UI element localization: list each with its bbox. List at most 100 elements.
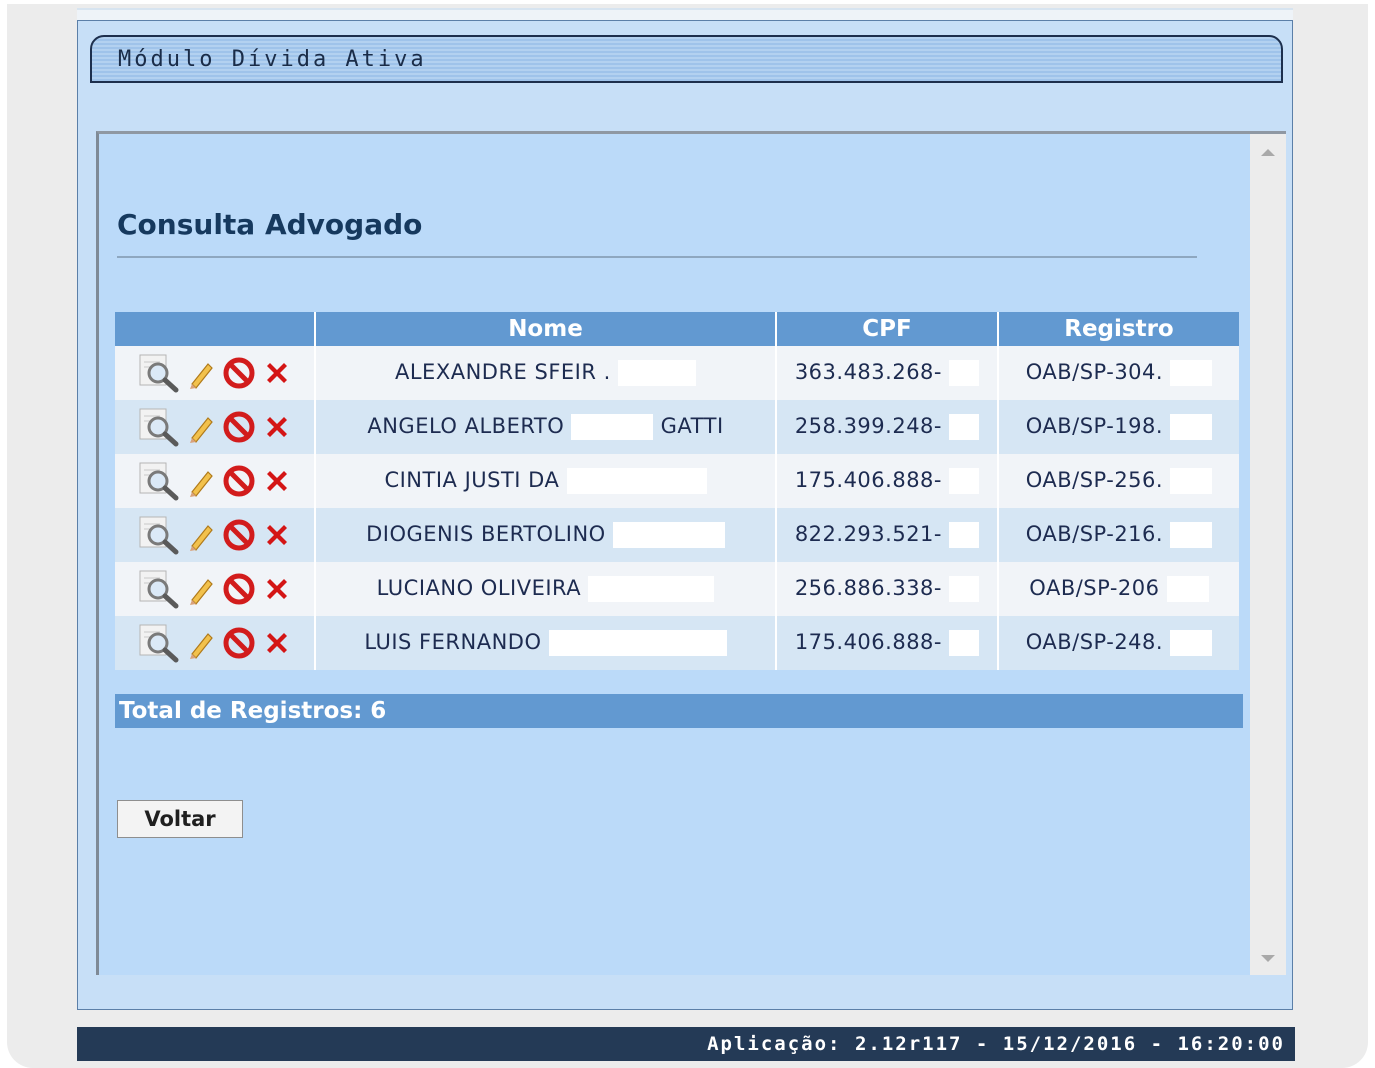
edit-pencil-icon[interactable]	[186, 572, 216, 611]
back-button[interactable]: Voltar	[117, 800, 243, 838]
registro-cell: OAB/SP-248.	[998, 616, 1239, 670]
block-icon[interactable]	[222, 410, 256, 449]
block-icon[interactable]	[222, 626, 256, 665]
results-table: Nome CPF Registro ALEXANDRE SFEIR . 363.…	[115, 312, 1239, 670]
view-icon[interactable]	[138, 569, 180, 614]
view-icon[interactable]	[138, 461, 180, 506]
redacted-block	[548, 630, 727, 656]
edit-pencil-icon[interactable]	[186, 356, 216, 395]
view-icon[interactable]	[138, 515, 180, 560]
cpf-text: 822.293.521-	[794, 522, 942, 546]
table-row: DIOGENIS BERTOLINO 822.293.521- OAB/SP-2…	[115, 508, 1239, 562]
nome-cell: LUCIANO OLIVEIRA	[315, 562, 777, 616]
registro-cell: OAB/SP-206	[998, 562, 1239, 616]
column-header-registro[interactable]: Registro	[998, 312, 1239, 346]
app-window: Módulo Dívida Ativa Consulta Advogado No…	[77, 20, 1293, 1010]
nome-text: LUCIANO OLIVEIRA	[376, 576, 582, 600]
title-divider	[117, 256, 1197, 258]
view-icon[interactable]	[138, 353, 180, 398]
registro-text: OAB/SP-248.	[1025, 630, 1164, 654]
table-row: ANGELO ALBERTO GATTI 258.399.248- OAB/SP…	[115, 400, 1239, 454]
cpf-cell: 175.406.888-	[776, 454, 999, 508]
nome-text: ANGELO ALBERTO	[367, 414, 565, 438]
registro-cell: OAB/SP-256.	[998, 454, 1239, 508]
block-icon[interactable]	[222, 518, 256, 557]
nome-cell: DIOGENIS BERTOLINO	[315, 508, 777, 562]
block-icon[interactable]	[222, 572, 256, 611]
cpf-text: 256.886.338-	[794, 576, 942, 600]
status-text: Aplicação: 2.12r117 - 15/12/2016 - 16:20…	[707, 1033, 1285, 1055]
column-header-cpf[interactable]: CPF	[776, 312, 999, 346]
delete-x-icon[interactable]	[262, 520, 292, 555]
block-icon[interactable]	[222, 356, 256, 395]
redacted-block	[949, 414, 980, 440]
view-icon[interactable]	[138, 623, 180, 668]
row-actions	[115, 400, 316, 454]
row-actions	[115, 562, 316, 616]
module-title: Módulo Dívida Ativa	[118, 47, 427, 72]
cpf-cell: 258.399.248-	[776, 400, 999, 454]
page-title: Consulta Advogado	[117, 208, 423, 241]
redacted-block	[1170, 360, 1213, 386]
scroll-up-arrow-icon[interactable]	[1261, 149, 1275, 156]
nome-cell: CINTIA JUSTI DA	[315, 454, 777, 508]
top-strip	[77, 8, 1293, 20]
delete-x-icon[interactable]	[262, 412, 292, 447]
edit-pencil-icon[interactable]	[186, 626, 216, 665]
redacted-block	[1170, 522, 1213, 548]
registro-text: OAB/SP-216.	[1025, 522, 1164, 546]
row-actions	[115, 346, 316, 400]
module-header: Módulo Dívida Ativa	[90, 35, 1283, 83]
nome-cell: LUIS FERNANDO	[315, 616, 777, 670]
row-actions	[115, 454, 316, 508]
nome-cell: ALEXANDRE SFEIR .	[315, 346, 777, 400]
redacted-block	[588, 576, 715, 602]
cpf-text: 258.399.248-	[794, 414, 942, 438]
redacted-block	[949, 360, 980, 386]
cpf-text: 175.406.888-	[794, 468, 942, 492]
block-icon[interactable]	[222, 464, 256, 503]
cpf-cell: 363.483.268-	[776, 346, 999, 400]
redacted-block	[612, 522, 725, 548]
total-records: Total de Registros: 6	[115, 694, 1243, 728]
delete-x-icon[interactable]	[262, 358, 292, 393]
redacted-block	[949, 468, 980, 494]
table-row: LUCIANO OLIVEIRA 256.886.338- OAB/SP-206	[115, 562, 1239, 616]
registro-text: OAB/SP-304.	[1025, 360, 1164, 384]
delete-x-icon[interactable]	[262, 628, 292, 663]
redacted-block	[566, 468, 707, 494]
table-header-row: Nome CPF Registro	[115, 312, 1239, 346]
cpf-text: 363.483.268-	[794, 360, 942, 384]
view-icon[interactable]	[138, 407, 180, 452]
scroll-down-arrow-icon[interactable]	[1261, 955, 1275, 962]
cpf-cell: 175.406.888-	[776, 616, 999, 670]
table-row: LUIS FERNANDO 175.406.888- OAB/SP-248.	[115, 616, 1239, 670]
nome-suffix-text: GATTI	[660, 414, 724, 438]
delete-x-icon[interactable]	[262, 574, 292, 609]
cpf-text: 175.406.888-	[794, 630, 942, 654]
row-actions	[115, 616, 316, 670]
vertical-scrollbar[interactable]	[1250, 134, 1286, 975]
redacted-block	[949, 522, 980, 548]
registro-text: OAB/SP-206	[1029, 576, 1160, 600]
table-row: CINTIA JUSTI DA 175.406.888- OAB/SP-256.	[115, 454, 1239, 508]
edit-pencil-icon[interactable]	[186, 410, 216, 449]
column-header-actions	[115, 312, 316, 346]
nome-cell: ANGELO ALBERTO GATTI	[315, 400, 777, 454]
content-panel: Consulta Advogado Nome CPF Registro ALEX…	[96, 131, 1286, 975]
row-actions	[115, 508, 316, 562]
registro-cell: OAB/SP-304.	[998, 346, 1239, 400]
table-row: ALEXANDRE SFEIR . 363.483.268- OAB/SP-30…	[115, 346, 1239, 400]
cpf-cell: 822.293.521-	[776, 508, 999, 562]
nome-text: LUIS FERNANDO	[364, 630, 542, 654]
redacted-block	[1170, 468, 1213, 494]
registro-cell: OAB/SP-216.	[998, 508, 1239, 562]
nome-text: DIOGENIS BERTOLINO	[366, 522, 606, 546]
edit-pencil-icon[interactable]	[186, 464, 216, 503]
edit-pencil-icon[interactable]	[186, 518, 216, 557]
status-bar: Aplicação: 2.12r117 - 15/12/2016 - 16:20…	[77, 1027, 1295, 1061]
delete-x-icon[interactable]	[262, 466, 292, 501]
column-header-nome[interactable]: Nome	[315, 312, 777, 346]
registro-text: OAB/SP-198.	[1025, 414, 1164, 438]
cpf-cell: 256.886.338-	[776, 562, 999, 616]
